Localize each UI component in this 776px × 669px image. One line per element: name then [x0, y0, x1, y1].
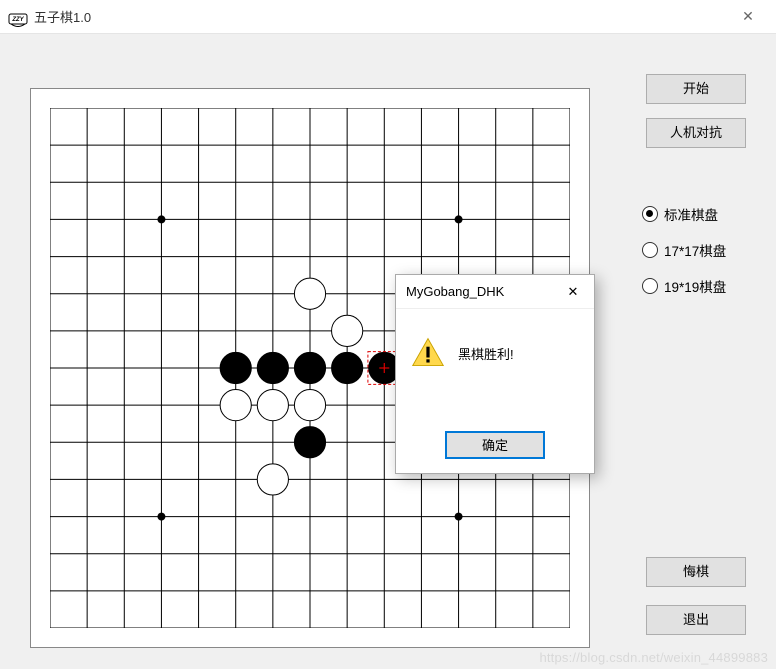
result-dialog: MyGobang_DHK ✕ 黑棋胜利! 确定 — [395, 274, 595, 474]
black-stone — [257, 352, 288, 383]
board-size-radio[interactable]: 标准棋盘 — [642, 204, 756, 224]
dialog-title: MyGobang_DHK — [406, 284, 558, 299]
undo-button[interactable]: 悔棋 — [646, 557, 746, 587]
window-close-button[interactable]: ✕ — [728, 1, 768, 33]
exit-button[interactable]: 退出 — [646, 605, 746, 635]
board-size-radio-group: 标准棋盘 17*17棋盘 19*19棋盘 — [642, 204, 756, 296]
white-stone — [332, 315, 363, 346]
radio-label: 19*19棋盘 — [664, 276, 726, 296]
white-stone — [294, 278, 325, 309]
dialog-message: 黑棋胜利! — [458, 344, 514, 363]
dialog-titlebar[interactable]: MyGobang_DHK ✕ — [396, 275, 594, 309]
black-stone — [332, 352, 363, 383]
white-stone — [257, 390, 288, 421]
bottom-buttons: 悔棋 退出 — [636, 557, 746, 649]
dialog-close-button[interactable]: ✕ — [558, 278, 588, 306]
radio-label: 17*17棋盘 — [664, 240, 726, 260]
radio-dot[interactable] — [642, 206, 658, 222]
start-button[interactable]: 开始 — [646, 74, 746, 104]
side-panel: 开始 人机对抗 标准棋盘 17*17棋盘 19*19棋盘 — [636, 74, 756, 312]
watermark: https://blog.csdn.net/weixin_44899883 — [539, 650, 768, 665]
svg-text:ZZY: ZZY — [11, 17, 24, 23]
radio-dot[interactable] — [642, 278, 658, 294]
window-title: 五子棋1.0 — [34, 7, 728, 26]
board-size-radio[interactable]: 17*17棋盘 — [642, 240, 756, 260]
warning-icon — [410, 335, 446, 371]
white-stone — [257, 464, 288, 495]
ai-mode-button[interactable]: 人机对抗 — [646, 118, 746, 148]
board-size-radio[interactable]: 19*19棋盘 — [642, 276, 756, 296]
black-stone — [220, 352, 251, 383]
dialog-footer: 确定 — [396, 431, 594, 459]
black-stone — [294, 352, 325, 383]
black-stone — [294, 427, 325, 458]
titlebar: ZZY 五子棋1.0 ✕ — [0, 0, 776, 34]
dialog-ok-button[interactable]: 确定 — [445, 431, 545, 459]
white-stone — [294, 390, 325, 421]
app-icon: ZZY — [8, 7, 28, 27]
radio-label: 标准棋盘 — [664, 204, 718, 224]
radio-dot[interactable] — [642, 242, 658, 258]
dialog-body: 黑棋胜利! — [396, 309, 594, 379]
client-area: 开始 人机对抗 标准棋盘 17*17棋盘 19*19棋盘 悔棋 退出 MyGoban… — [0, 34, 776, 669]
white-stone — [220, 390, 251, 421]
